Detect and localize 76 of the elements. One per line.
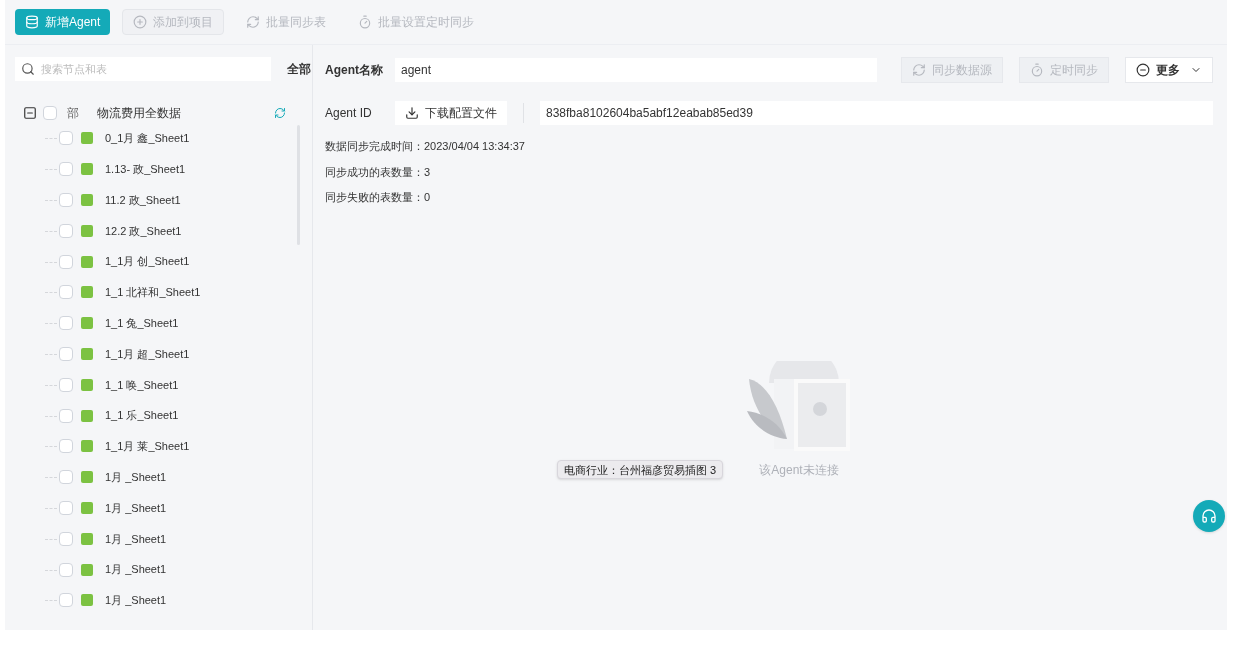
checkbox[interactable] [59,316,73,331]
filter-dropdown[interactable]: 全部 [287,60,312,78]
checkbox[interactable] [59,500,73,515]
sheet-icon [81,501,93,514]
sheet-icon [81,594,93,607]
search-field[interactable]: 搜索节点和表 [15,57,271,81]
minus-circle-icon [1136,63,1150,77]
tree-item[interactable]: 1月 _Sheet1 [105,530,167,547]
info-text: 同步成功的表数量：3 [325,164,432,180]
tree-item[interactable]: 1_1 唤_Sheet1 [105,376,179,393]
checkbox[interactable] [59,439,73,454]
sheet-icon [81,224,93,237]
tree-item[interactable]: 1_1 北祥和_Sheet1 [105,284,201,301]
tree-item[interactable]: 0_1月 鑫_Sheet1 [105,130,190,147]
checkbox[interactable] [59,193,73,207]
sheet-icon [81,471,93,484]
download-button[interactable]: 下载配置文件 [395,101,507,125]
name-field[interactable]: agent [395,58,877,82]
checkbox[interactable] [59,531,73,546]
field-label: Agent ID [325,105,373,122]
checkbox[interactable] [59,593,73,608]
sheet-icon [81,409,93,422]
sheet-icon [81,347,93,360]
tree-item[interactable]: 1_1 兔_Sheet1 [105,314,179,332]
plus-circle-icon [133,15,148,29]
sheet-icon [81,532,93,545]
tree-item[interactable]: 12.2 政_Sheet1 [105,222,182,240]
timer-icon [358,15,373,29]
search-icon [21,62,35,76]
checkbox[interactable] [59,223,73,238]
tree-item[interactable]: 1月 _Sheet1 [105,592,167,609]
collapse-toggle[interactable] [23,106,37,120]
sheet-icon [81,286,93,299]
info-text: 数据同步完成时间：2023/04/04 13:34:37 [325,139,526,154]
tree-node[interactable]: 物流费用全数据 [97,104,181,122]
tree-item[interactable]: 1月 _Sheet1 [105,468,167,486]
download-icon [405,106,419,120]
database-icon [25,15,39,29]
sheet-icon [81,378,93,391]
checkbox[interactable] [59,285,73,300]
sheet-icon [81,440,93,453]
checkbox[interactable] [59,131,73,146]
info-text: 同步失败的表数量：0 [325,190,432,205]
tree-item[interactable]: 1.13- 政_Sheet1 [105,160,186,178]
tree-item[interactable]: 1_1月 超_Sheet1 [105,345,190,363]
id-field[interactable]: 838fba8102604ba5abf12eabab85ed39 [540,101,1213,125]
tree-item[interactable]: 11.2 政_Sheet1 [105,191,181,209]
empty-state-text: 该Agent未连接 [759,461,839,479]
checkbox[interactable] [59,562,73,577]
refresh-icon [912,63,926,77]
tree-item[interactable]: 1_1月 莱_Sheet1 [105,438,190,455]
sheet-icon [81,563,93,576]
checkbox[interactable] [59,162,73,177]
refresh-icon [246,15,261,29]
checkbox[interactable] [59,346,73,361]
tree-item[interactable]: 1_1月 创_Sheet1 [105,253,190,270]
sheet-icon [81,317,93,330]
tooltip: 电商行业：台州福彦贸易插图 3 [557,460,724,479]
checkbox[interactable] [43,106,57,120]
checkbox[interactable] [59,254,73,269]
tree-item[interactable]: 1_1 乐_Sheet1 [105,407,179,424]
sheet-icon [81,163,93,176]
refresh-icon[interactable] [274,107,286,119]
checkbox[interactable] [59,470,73,485]
action-button[interactable]: 更多 [1125,57,1213,83]
tree-item[interactable]: 1月 _Sheet1 [105,561,167,578]
checkbox[interactable] [59,377,73,392]
tree-prefix: 部 [67,105,79,122]
sheet-icon [81,194,93,206]
timer-icon [1030,63,1044,77]
field-label: Agent名称 [325,62,384,79]
sheet-icon [81,132,93,145]
sheet-icon [81,255,93,268]
tree-item[interactable]: 1月 _Sheet1 [105,499,167,517]
headset-icon [1201,508,1217,524]
checkbox[interactable] [59,408,73,423]
